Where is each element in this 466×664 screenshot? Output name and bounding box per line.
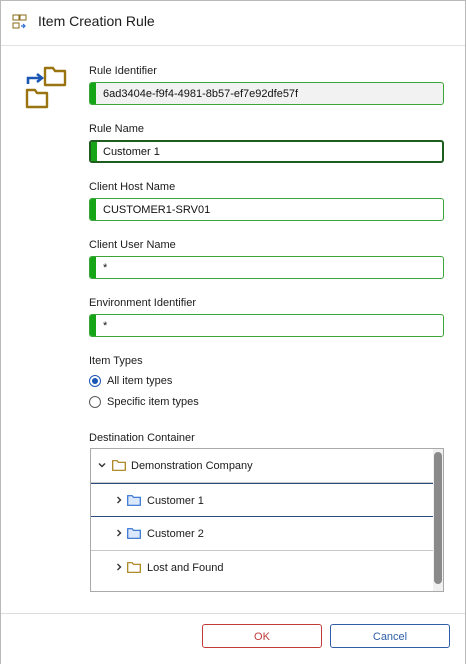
rule-icon — [12, 14, 27, 29]
tree-item-label: Demonstration Company — [131, 460, 253, 472]
item-types-label: Item Types — [89, 355, 143, 367]
client-user-name-label: Client User Name — [89, 239, 176, 251]
folder-yellow-icon — [112, 460, 126, 471]
tree-item-label: Lost and Found — [147, 562, 224, 574]
chevron-right-icon[interactable] — [115, 496, 123, 504]
chevron-right-icon[interactable] — [115, 529, 123, 537]
cancel-button[interactable]: Cancel — [330, 624, 450, 648]
rule-identifier-field: 6ad3404e-f9f4-4981-8b57-ef7e92dfe57f — [89, 82, 444, 105]
radio-label: Specific item types — [107, 396, 199, 408]
valid-indicator — [91, 142, 97, 161]
tree-item-demonstration-company[interactable]: Demonstration Company — [91, 449, 435, 483]
radio-all-item-types[interactable]: All item types — [89, 373, 172, 389]
client-user-name-value: * — [103, 262, 108, 274]
dialog-title: Item Creation Rule — [38, 13, 155, 29]
dialog-footer: OK Cancel — [1, 613, 465, 664]
radio-button-checked[interactable] — [89, 375, 101, 387]
client-host-name-value: CUSTOMER1-SRV01 — [103, 204, 211, 216]
valid-indicator — [90, 83, 96, 104]
tree-item-label: Customer 2 — [147, 528, 204, 540]
ok-button[interactable]: OK — [202, 624, 322, 648]
rule-name-input[interactable]: Customer 1 — [89, 140, 444, 163]
destination-container-label: Destination Container — [89, 432, 195, 444]
client-host-name-input[interactable]: CUSTOMER1-SRV01 — [89, 198, 444, 221]
environment-identifier-label: Environment Identifier — [89, 297, 196, 309]
radio-specific-item-types[interactable]: Specific item types — [89, 394, 199, 410]
valid-indicator — [90, 257, 96, 278]
title-bar: Item Creation Rule — [1, 1, 465, 46]
folder-blue-icon — [127, 495, 141, 506]
tree-item-customer-1[interactable]: Customer 1 — [91, 483, 435, 517]
dialog-window: Item Creation Rule Rule Identifier 6ad34… — [0, 0, 466, 664]
chevron-right-icon[interactable] — [115, 563, 123, 571]
chevron-down-icon[interactable] — [98, 461, 106, 469]
item-creation-rule-icon — [25, 66, 67, 109]
destination-tree[interactable]: Demonstration Company Customer 1 Custome… — [90, 448, 444, 592]
rule-identifier-label: Rule Identifier — [89, 65, 157, 77]
tree-item-label: Customer 1 — [147, 495, 204, 507]
radio-label: All item types — [107, 375, 173, 387]
tree-scrollbar[interactable] — [433, 449, 443, 591]
rule-name-label: Rule Name — [89, 123, 145, 135]
valid-indicator — [90, 315, 96, 336]
tree-item-customer-2[interactable]: Customer 2 — [91, 517, 435, 551]
client-host-name-label: Client Host Name — [89, 181, 176, 193]
rule-identifier-value: 6ad3404e-f9f4-4981-8b57-ef7e92dfe57f — [103, 88, 299, 100]
rule-name-value: Customer 1 — [103, 146, 160, 158]
environment-identifier-input[interactable]: * — [89, 314, 444, 337]
scrollbar-thumb[interactable] — [434, 452, 442, 584]
folder-blue-icon — [127, 528, 141, 539]
environment-identifier-value: * — [103, 320, 108, 332]
valid-indicator — [90, 199, 96, 220]
client-user-name-input[interactable]: * — [89, 256, 444, 279]
tree-item-lost-and-found[interactable]: Lost and Found — [91, 551, 435, 585]
radio-button[interactable] — [89, 396, 101, 408]
folder-yellow-icon — [127, 562, 141, 573]
